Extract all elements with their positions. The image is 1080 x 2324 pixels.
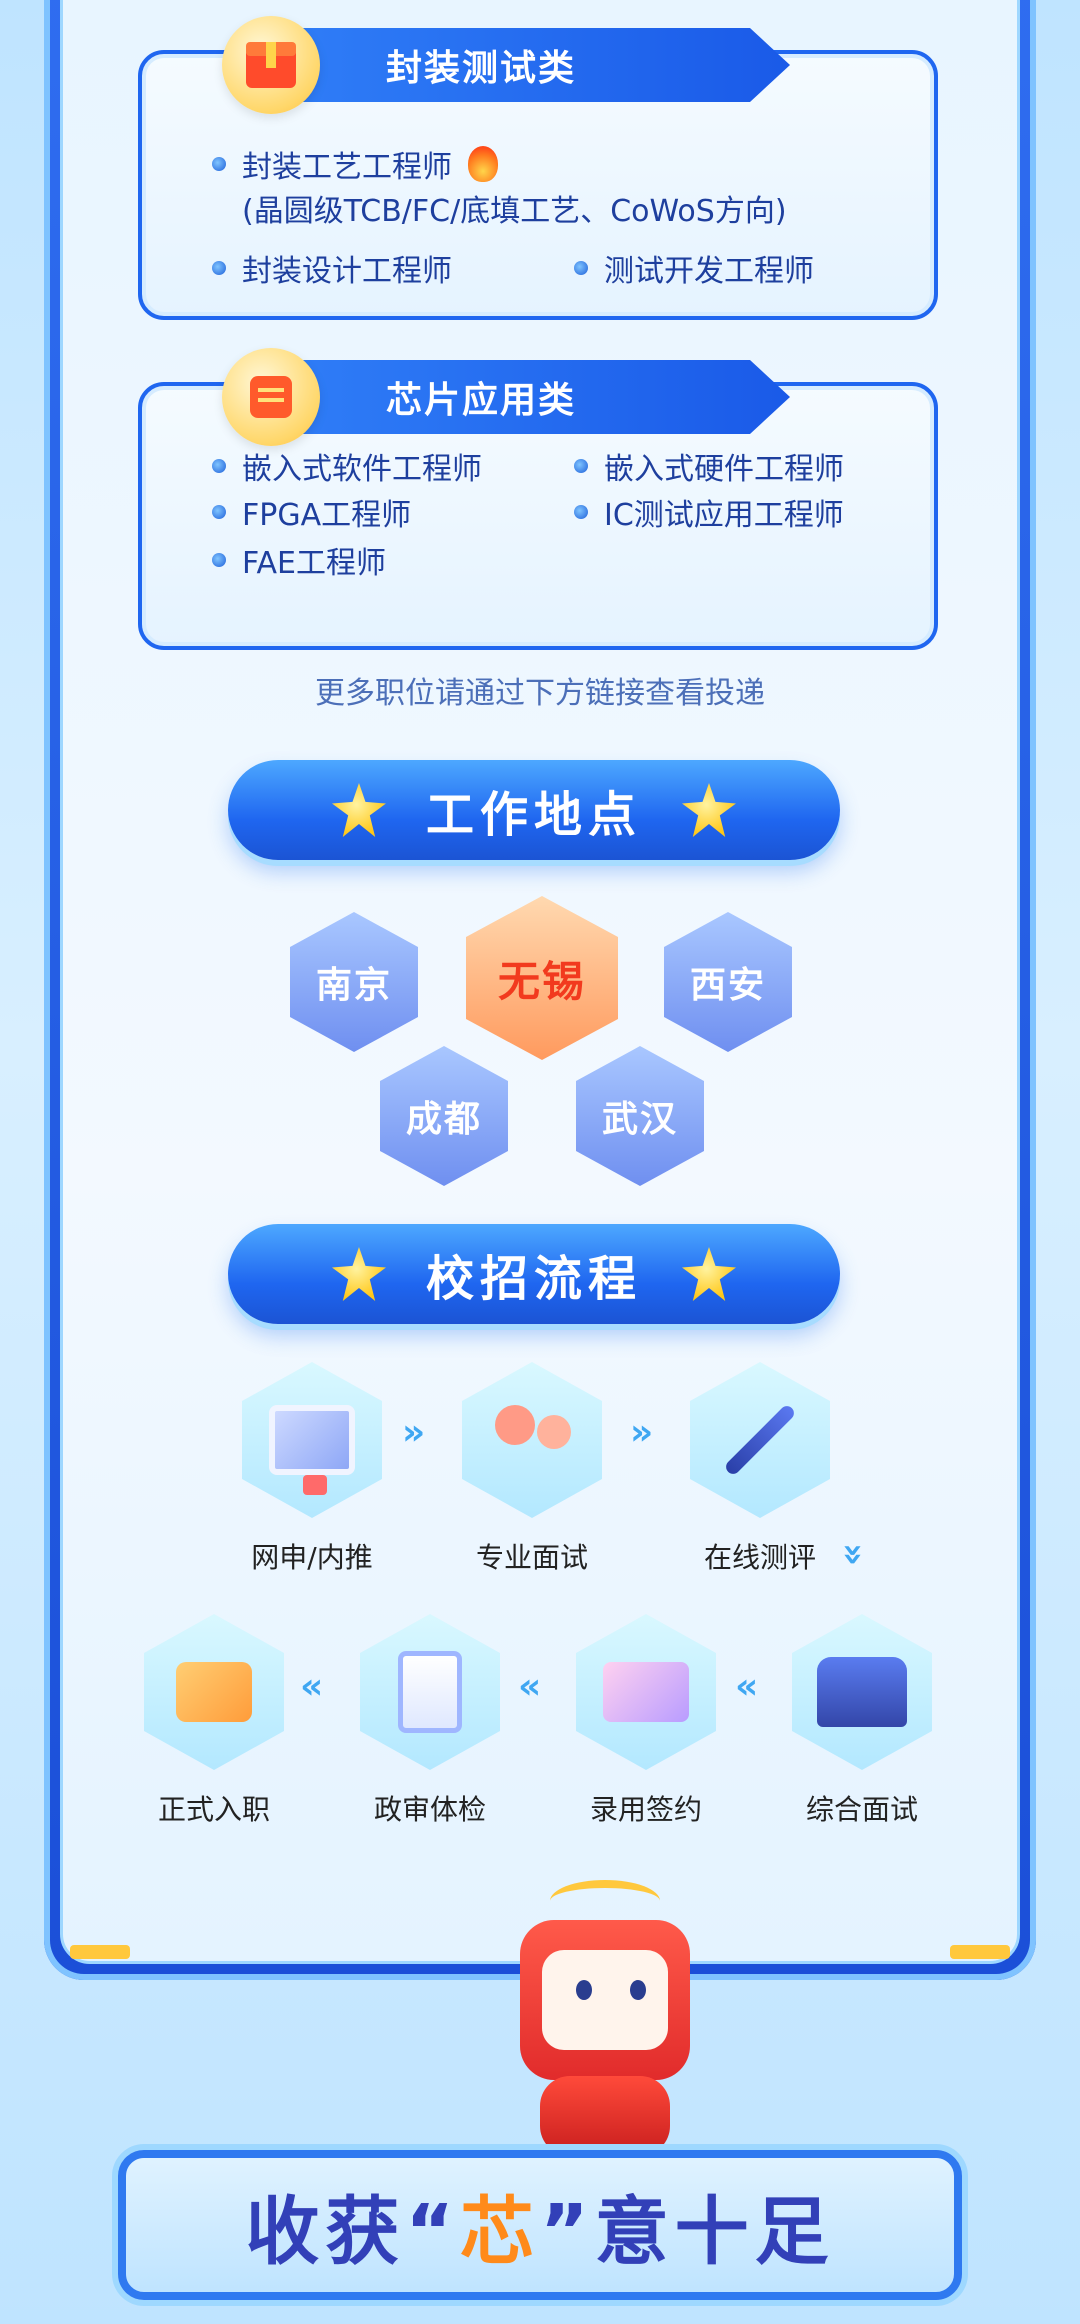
job-ic-test[interactable]: IC测试应用工程师	[574, 490, 844, 534]
arrow-right-icon: »	[630, 1412, 654, 1453]
job-fae[interactable]: FAE工程师	[212, 538, 386, 582]
step-online-assessment: 在线测评	[670, 1362, 850, 1576]
job-packaging-note: (晶圆级TCB/FC/底填工艺、CoWoS方向)	[242, 186, 787, 230]
mascot-eye	[576, 1980, 592, 2000]
job-note: (晶圆级TCB/FC/底填工艺、CoWoS方向)	[242, 194, 787, 229]
mascot-eye	[630, 1980, 646, 2000]
wallet-icon	[176, 1662, 252, 1722]
bullet-icon	[212, 459, 226, 473]
job-packaging-design[interactable]: 封装设计工程师	[212, 246, 452, 290]
step-label: 正式入职	[157, 1793, 270, 1826]
step-label: 专业面试	[475, 1541, 588, 1574]
job-label: 封装设计工程师	[242, 254, 452, 289]
mascot-legs	[540, 2076, 670, 2156]
step-onboard: 正式入职	[124, 1614, 304, 1828]
step-final-interview: 综合面试	[772, 1614, 952, 1828]
mascot-face	[542, 1950, 668, 2050]
bullet-icon	[212, 261, 226, 275]
job-label: IC测试应用工程师	[604, 498, 844, 533]
step-label: 综合面试	[805, 1793, 918, 1826]
mascot-antenna	[550, 1880, 660, 1922]
more-positions-note[interactable]: 更多职位请通过下方链接查看投递	[0, 668, 1080, 712]
step-hex	[462, 1362, 602, 1518]
job-fpga[interactable]: FPGA工程师	[212, 490, 411, 534]
bullet-icon	[212, 553, 226, 567]
job-label: 嵌入式硬件工程师	[604, 452, 844, 487]
star-icon	[331, 1247, 386, 1301]
work-location-ribbon: 工作地点	[228, 760, 840, 860]
step-label: 录用签约	[589, 1793, 702, 1826]
arrow-left-icon: «	[735, 1666, 759, 1707]
process-title: 校招流程	[425, 1251, 642, 1307]
job-embedded-sw[interactable]: 嵌入式软件工程师	[212, 444, 482, 488]
bottom-banner: 收获“芯”意十足	[118, 2150, 962, 2300]
step-background-check: 政审体检	[340, 1614, 520, 1828]
job-label: FAE工程师	[242, 546, 386, 581]
work-location-title: 工作地点	[425, 787, 642, 843]
job-packaging-process[interactable]: 封装工艺工程师	[212, 142, 498, 186]
step-label: 政审体检	[373, 1793, 486, 1826]
job-embedded-hw[interactable]: 嵌入式硬件工程师	[574, 444, 844, 488]
pen-icon	[723, 1403, 797, 1477]
step-professional-interview: 专业面试	[442, 1362, 622, 1576]
packaging-header: 封装测试类	[222, 16, 790, 114]
step-offer-sign: 录用签约	[556, 1614, 736, 1828]
star-icon	[682, 1247, 736, 1301]
banner-suffix: ”意十足	[540, 2188, 835, 2275]
job-label: 测试开发工程师	[604, 254, 814, 289]
job-label: 封装工艺工程师	[242, 150, 452, 185]
banner-text: 收获“芯”意十足	[245, 2172, 834, 2279]
monitor-icon	[269, 1405, 355, 1495]
chip-app-header: 芯片应用类	[222, 348, 790, 446]
packaging-title: 封装测试类	[290, 28, 790, 102]
frame-corner-right	[950, 1945, 1010, 1959]
banner-prefix: 收获“	[245, 2188, 460, 2275]
step-label: 网申/内推	[251, 1541, 373, 1574]
star-icon	[331, 783, 386, 837]
bullet-icon	[574, 505, 588, 519]
frame-corner-left	[70, 1945, 130, 1959]
arrow-down-icon: »	[833, 1542, 875, 1567]
bullet-icon	[212, 505, 226, 519]
clipboard-icon	[398, 1651, 462, 1733]
arrow-left-icon: «	[518, 1666, 542, 1707]
step-hex	[690, 1362, 830, 1518]
job-label: 嵌入式软件工程师	[242, 452, 482, 487]
bullet-icon	[574, 261, 588, 275]
process-ribbon: 校招流程	[228, 1224, 840, 1324]
box-icon	[222, 16, 320, 114]
step-hex	[360, 1614, 500, 1770]
step-hex	[792, 1614, 932, 1770]
step-online-apply: 网申/内推	[222, 1362, 402, 1576]
job-label: FPGA工程师	[242, 498, 412, 533]
step-label: 在线测评	[703, 1541, 816, 1574]
arrow-right-icon: »	[402, 1412, 426, 1453]
step-hex	[576, 1614, 716, 1770]
job-test-dev[interactable]: 测试开发工程师	[574, 246, 814, 290]
step-hex	[144, 1614, 284, 1770]
meeting-icon	[817, 1657, 907, 1727]
bullet-icon	[212, 157, 226, 171]
chip-app-title: 芯片应用类	[290, 360, 790, 434]
star-icon	[682, 783, 736, 837]
banner-highlight: 芯	[460, 2188, 540, 2275]
robot-mascot-icon	[480, 1880, 730, 2170]
step-hex	[242, 1362, 382, 1518]
bullet-icon	[574, 459, 588, 473]
document-icon	[222, 348, 320, 446]
people-icon	[487, 1405, 577, 1475]
envelope-icon	[603, 1662, 689, 1722]
fire-icon	[468, 146, 498, 182]
